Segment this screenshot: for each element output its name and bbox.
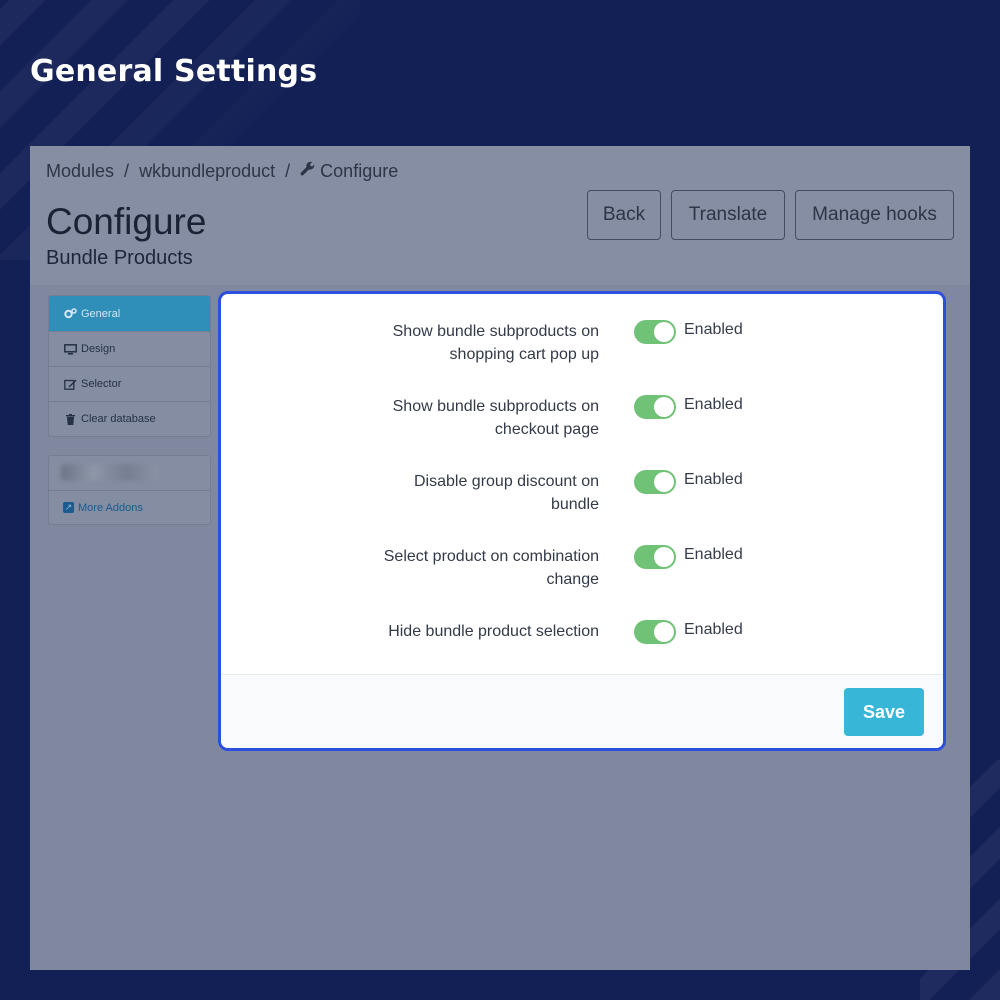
enabled-toggle[interactable]	[634, 620, 676, 644]
cogs-icon	[63, 308, 77, 319]
hero-title: General Settings	[30, 54, 318, 89]
sidebar-item-clear-database[interactable]: Clear database	[49, 401, 210, 436]
setting-row: Show bundle subproducts on checkout page…	[221, 395, 943, 445]
toggle-status: Enabled	[684, 621, 743, 638]
page-title: Configure	[46, 201, 207, 242]
settings-sidebar: General Design Selector Clear database	[48, 295, 211, 437]
sidebar-item-label: Design	[81, 343, 116, 355]
external-link-icon: ↗	[63, 502, 74, 513]
page-subtitle: Bundle Products	[46, 247, 193, 269]
setting-row: Show bundle subproducts on shopping cart…	[221, 320, 943, 370]
breadcrumb-separator: /	[285, 161, 291, 181]
enabled-toggle[interactable]	[634, 470, 676, 494]
more-addons-link[interactable]: ↗ More Addons	[49, 490, 210, 524]
blurred-logo	[49, 456, 210, 490]
enabled-toggle[interactable]	[634, 320, 676, 344]
edit-icon	[63, 379, 77, 390]
setting-label: Show bundle subproducts on checkout page	[392, 398, 599, 438]
sidebar-item-general[interactable]: General	[49, 296, 210, 331]
save-button[interactable]: Save	[844, 688, 924, 736]
breadcrumb-module-name[interactable]: wkbundleproduct	[139, 161, 275, 182]
setting-label: Hide bundle product selection	[388, 623, 599, 640]
enabled-toggle[interactable]	[634, 545, 676, 569]
toggle-status: Enabled	[684, 321, 743, 338]
sidebar-item-selector[interactable]: Selector	[49, 366, 210, 401]
back-button[interactable]: Back	[587, 190, 661, 240]
wrench-icon	[300, 161, 316, 182]
breadcrumb-configure: Configure	[320, 161, 399, 181]
sidebar-item-label: Clear database	[81, 413, 156, 425]
breadcrumb-separator: /	[124, 161, 130, 181]
more-addons-label: More Addons	[78, 501, 143, 514]
sidebar-item-design[interactable]: Design	[49, 331, 210, 366]
toggle-status: Enabled	[684, 471, 743, 488]
desktop-icon	[63, 343, 77, 355]
translate-button[interactable]: Translate	[671, 190, 785, 240]
setting-row: Hide bundle product selection Enabled	[221, 620, 943, 670]
sidebar-item-label: General	[81, 307, 121, 320]
setting-row: Select product on combination change Ena…	[221, 545, 943, 595]
page-header: Modules / wkbundleproduct / Configure Co…	[30, 146, 970, 286]
breadcrumb-modules[interactable]: Modules	[46, 161, 114, 182]
panel-footer: Save	[221, 674, 943, 748]
setting-label: Select product on combination change	[383, 548, 599, 588]
trash-icon	[63, 413, 77, 425]
toggle-status: Enabled	[684, 546, 743, 563]
breadcrumb: Modules / wkbundleproduct / Configure	[46, 161, 398, 182]
general-settings-panel: Show bundle subproducts on shopping cart…	[218, 291, 946, 751]
manage-hooks-button[interactable]: Manage hooks	[795, 190, 954, 240]
toggle-status: Enabled	[684, 396, 743, 413]
setting-row: Disable group discount on bundle Enabled	[221, 470, 943, 520]
sidebar-item-label: Selector	[81, 378, 122, 390]
setting-label: Disable group discount on bundle	[413, 473, 599, 513]
addons-panel: ↗ More Addons	[48, 455, 211, 525]
enabled-toggle[interactable]	[634, 395, 676, 419]
setting-label: Show bundle subproducts on shopping cart…	[392, 323, 599, 363]
